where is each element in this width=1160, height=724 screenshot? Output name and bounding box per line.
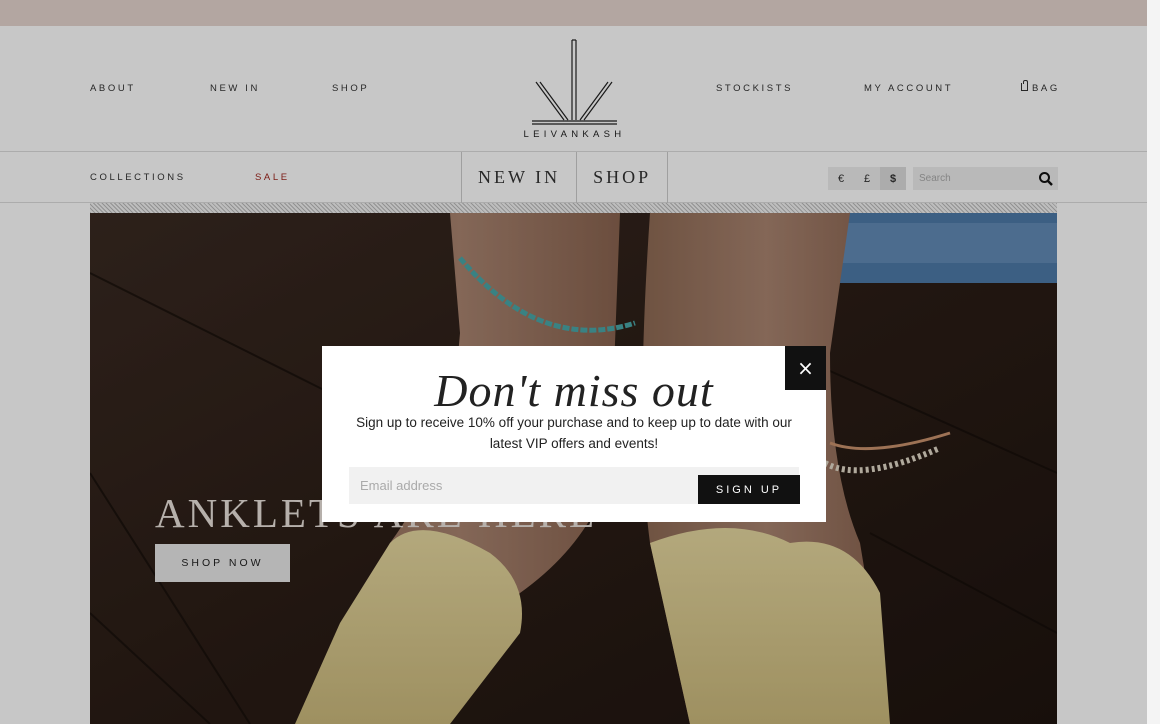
modal-title: Don't miss out	[434, 365, 714, 416]
sign-up-button[interactable]: SIGN UP	[698, 475, 800, 504]
page: ABOUT NEW IN SHOP STOCKISTS MY ACCOUNT B…	[0, 0, 1147, 724]
modal-description: Sign up to receive 10% off your purchase…	[356, 415, 792, 451]
scrollbar-gutter	[1147, 0, 1160, 724]
newsletter-modal: × Don't miss out Sign up to receive 10% …	[322, 346, 826, 522]
